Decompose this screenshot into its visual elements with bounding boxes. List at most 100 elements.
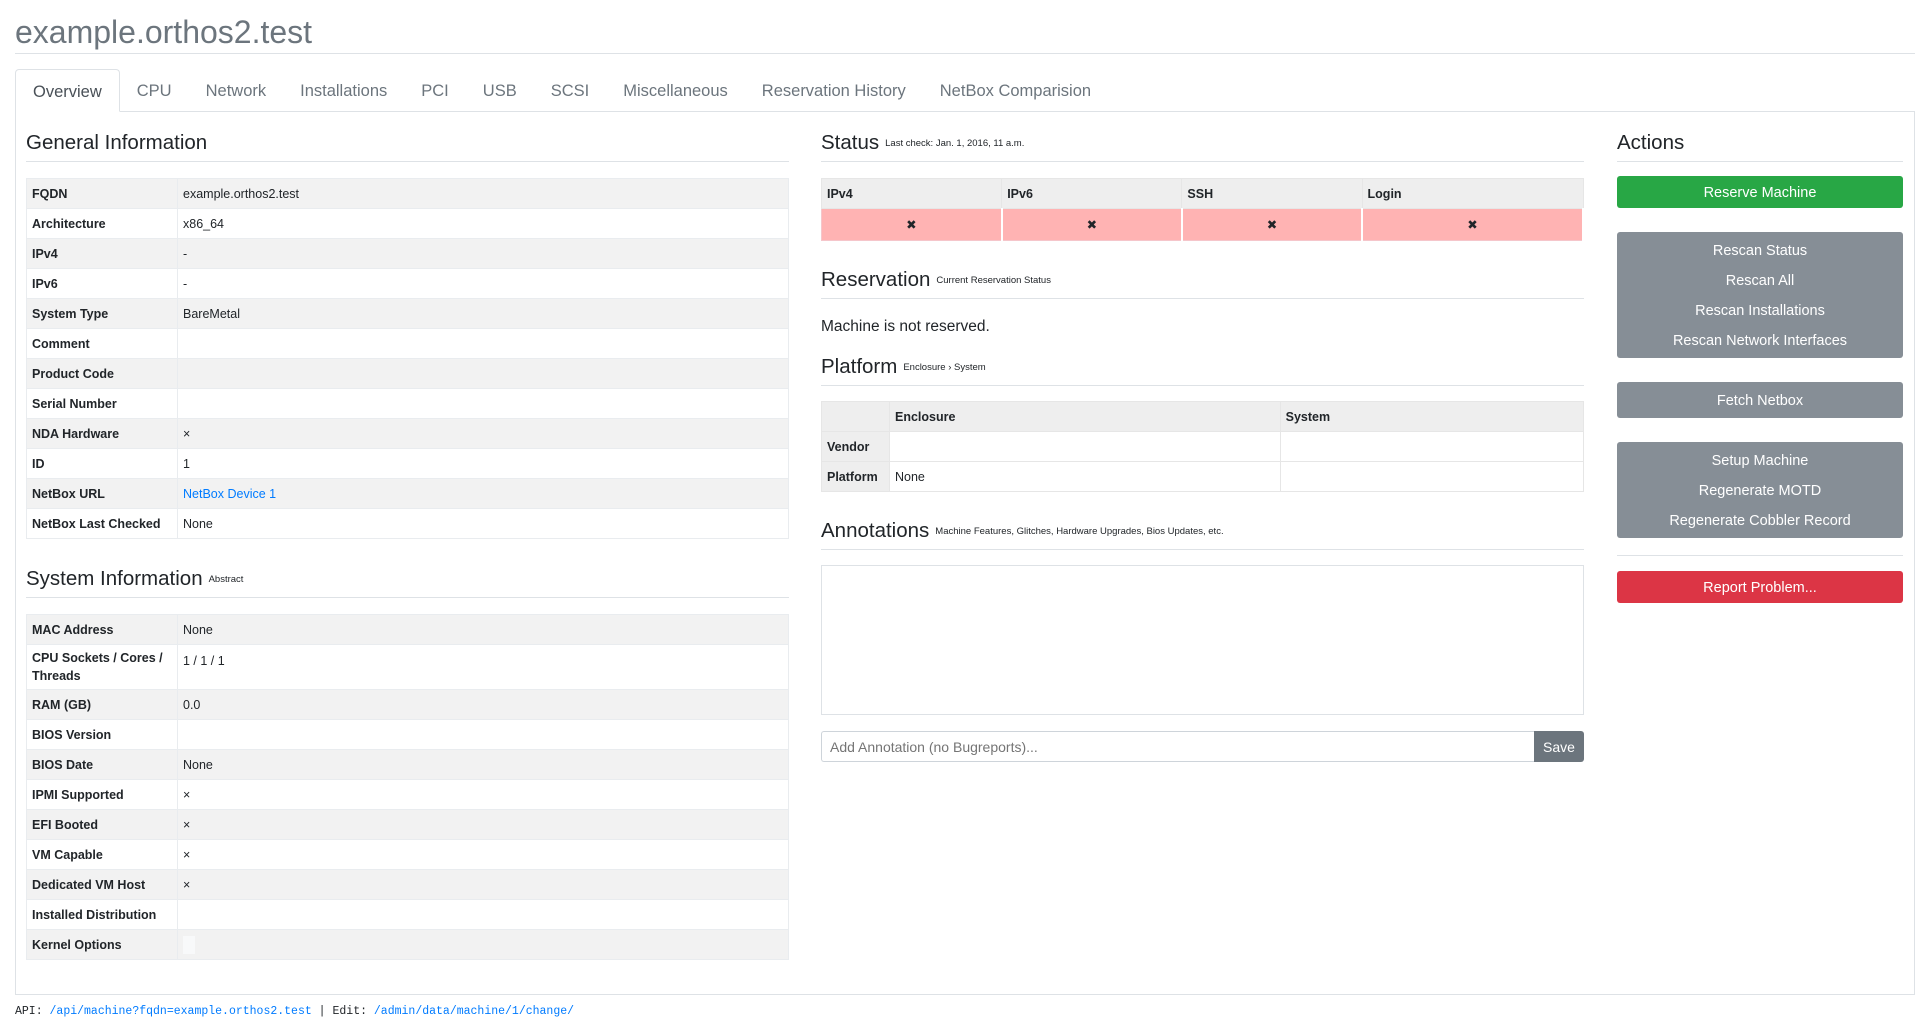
tab-cpu[interactable]: CPU (120, 69, 189, 111)
api-label: API: (15, 1005, 43, 1018)
regenerate-motd-button[interactable]: Regenerate MOTD (1617, 475, 1903, 505)
system-information-title: System Information (26, 567, 203, 590)
table-row: NetBox Last Checked None (26, 508, 789, 539)
report-problem-button[interactable]: Report Problem... (1617, 571, 1903, 603)
reservation-status-text: Machine is not reserved. (821, 318, 990, 335)
ssh-status-icon: ✖ (1181, 208, 1364, 241)
tab-pci[interactable]: PCI (404, 69, 466, 111)
platform-system-value (1279, 461, 1585, 492)
row-label: Platform (821, 461, 890, 492)
rescan-installations-button[interactable]: Rescan Installations (1617, 295, 1903, 325)
row-label: IPMI Supported (26, 779, 178, 810)
table-row: BIOS Date None (26, 749, 789, 780)
reserve-machine-button[interactable]: Reserve Machine (1617, 176, 1903, 208)
platform-header-enclosure: Enclosure (889, 401, 1281, 432)
row-label: EFI Booted (26, 809, 178, 840)
table-row: IPv4- (26, 238, 789, 269)
tab-netbox-comparision[interactable]: NetBox Comparision (923, 69, 1108, 111)
table-row: CPU Sockets / Cores / Threads 1 / 1 / 1 (26, 644, 789, 690)
annotation-form: Save (821, 731, 1584, 762)
table-row: Architecture x86_64 (26, 208, 789, 239)
netbox-device-link[interactable]: NetBox Device 1 (183, 487, 276, 501)
tab-network[interactable]: Network (189, 69, 284, 111)
table-row: Vendor (821, 431, 1585, 462)
platform-subtitle: Enclosure › System (903, 362, 986, 373)
table-row: IPv6- (26, 268, 789, 299)
ipv4-status-icon: ✖ (820, 208, 1003, 241)
row-value: NetBox Device 1 (177, 478, 789, 509)
row-label: BIOS Date (26, 749, 178, 780)
tab-miscellaneous[interactable]: Miscellaneous (606, 69, 745, 111)
fetch-netbox-button[interactable]: Fetch Netbox (1617, 385, 1903, 415)
annotations-subtitle: Machine Features, Glitches, Hardware Upg… (935, 526, 1224, 537)
row-label: Product Code (26, 358, 178, 389)
row-label: IPv6 (26, 268, 178, 299)
row-label: Comment (26, 328, 178, 359)
row-value: 0.0 (177, 689, 789, 720)
setup-machine-button[interactable]: Setup Machine (1617, 445, 1903, 475)
table-row: IPMI Supported × (26, 779, 789, 810)
tab-overview[interactable]: Overview (15, 69, 120, 112)
vendor-system-value (1279, 431, 1585, 462)
edit-link[interactable]: /admin/data/machine/1/change/ (374, 1005, 574, 1018)
table-row: MAC Address None (26, 614, 789, 645)
actions-divider (1617, 555, 1903, 556)
row-value: x86_64 (177, 208, 789, 239)
tab-bar: Overview CPU Network Installations PCI U… (15, 69, 1915, 112)
dedicated-vm-host-value: × (177, 869, 789, 900)
row-label: Dedicated VM Host (26, 869, 178, 900)
row-label: VM Capable (26, 839, 178, 870)
row-value: BareMetal (177, 298, 789, 329)
annotations-title: Annotations (821, 519, 930, 542)
platform-table: Enclosure System Vendor Platform None (821, 401, 1585, 492)
vm-capable-value: × (177, 839, 789, 870)
actions-column: Actions Reserve Machine Rescan Status Re… (1617, 111, 1903, 603)
reservation-subtitle: Current Reservation Status (936, 275, 1051, 286)
platform-enclosure-value: None (889, 461, 1281, 492)
regenerate-cobbler-record-button[interactable]: Regenerate Cobbler Record (1617, 505, 1903, 535)
tab-usb[interactable]: USB (466, 69, 534, 111)
table-row: Serial Number (26, 388, 789, 419)
table-row: Product Code (26, 358, 789, 389)
status-header-row: IPv4 IPv6 SSH Login (820, 178, 1584, 209)
row-label: Kernel Options (26, 929, 178, 960)
footer-separator: | (318, 1005, 326, 1018)
table-row: BIOS Version (26, 719, 789, 750)
overview-panel: General Information FQDN example.orthos2.… (15, 111, 1915, 995)
table-row: EFI Booted × (26, 809, 789, 840)
annotation-input[interactable] (821, 731, 1534, 762)
row-value: 1 (177, 448, 789, 479)
status-table: IPv4 IPv6 SSH Login ✖ ✖ ✖ ✖ (820, 178, 1584, 241)
row-value (177, 899, 789, 930)
left-column: General Information FQDN example.orthos2.… (26, 111, 789, 960)
row-value (177, 388, 789, 419)
row-value: None (177, 749, 789, 780)
table-row: FQDN example.orthos2.test (26, 178, 789, 209)
table-row: System Type BareMetal (26, 298, 789, 329)
status-header-ipv6: IPv6 (1001, 178, 1183, 209)
status-last-check: Last check: Jan. 1, 2016, 11 a.m. (885, 138, 1025, 149)
status-header-ipv4: IPv4 (820, 178, 1003, 209)
kernel-options-value (177, 929, 789, 960)
status-value-row: ✖ ✖ ✖ ✖ (820, 208, 1584, 241)
api-link[interactable]: /api/machine?fqdn=example.orthos2.test (50, 1005, 312, 1018)
status-header-ssh: SSH (1181, 178, 1363, 209)
row-value (177, 328, 789, 359)
table-row: Platform None (821, 461, 1585, 492)
platform-heading: Platform Enclosure › System (821, 355, 1584, 386)
rescan-all-button[interactable]: Rescan All (1617, 265, 1903, 295)
tab-scsi[interactable]: SCSI (534, 69, 607, 111)
reservation-heading: Reservation Current Reservation Status (821, 268, 1584, 299)
edit-label: Edit: (332, 1005, 367, 1018)
tab-reservation-history[interactable]: Reservation History (745, 69, 923, 111)
save-annotation-button[interactable]: Save (1534, 731, 1584, 762)
table-row: ID 1 (26, 448, 789, 479)
row-value: None (177, 508, 789, 539)
row-label: RAM (GB) (26, 689, 178, 720)
general-information-title: General Information (26, 131, 208, 154)
status-title: Status (821, 131, 880, 154)
rescan-status-button[interactable]: Rescan Status (1617, 235, 1903, 265)
rescan-network-interfaces-button[interactable]: Rescan Network Interfaces (1617, 325, 1903, 355)
tab-installations[interactable]: Installations (283, 69, 404, 111)
row-label: ID (26, 448, 178, 479)
